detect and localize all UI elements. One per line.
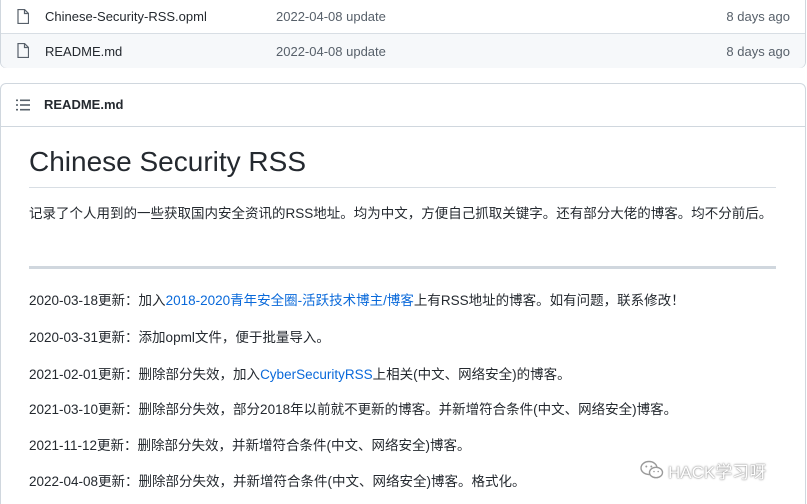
file-icon [17,9,29,24]
cybersecurityrss-link[interactable]: CyberSecurityRSS [260,367,373,382]
readme-header-label[interactable]: README.md [44,97,123,112]
changelog-entry: 2021-03-10更新：删除部分失效，部分2018年以前就不更新的博客。并新增… [29,400,789,420]
watermark: HACK学习呀 [640,458,766,482]
blogger-list-link[interactable]: 2018-2020青年安全圈-活跃技术博主/博客 [166,293,414,308]
commit-message-link[interactable]: 2022-04-08 update [276,44,386,59]
changelog-text: 上相关(中文、网络安全)的博客。 [372,367,571,382]
list-unordered-icon[interactable] [16,99,30,111]
readme-title: Chinese Security RSS [29,145,776,188]
file-row-opml[interactable]: Chinese-Security-RSS.opml 2022-04-08 upd… [1,0,805,34]
commit-age: 8 days ago [726,43,790,59]
changelog-text: 2021-02-01更新：删除部分失效，加入 [29,367,261,382]
changelog-text: 上有RSS地址的博客。如有问题，联系修改！ [413,293,685,308]
readme-intro: 记录了个人用到的一些获取国内安全资讯的RSS地址。均为中文，方便自己抓取关键字。… [29,206,773,221]
changelog-text: 2021-03-10更新：删除部分失效，部分2018年以前就不更新的博客。并新增… [29,402,678,417]
horizontal-rule [29,266,776,269]
file-list: Chinese-Security-RSS.opml 2022-04-08 upd… [0,0,806,68]
commit-message-link[interactable]: 2022-04-08 update [276,9,386,24]
readme-header: README.md [1,84,805,127]
file-icon [17,43,29,58]
file-row-readme[interactable]: README.md 2022-04-08 update 8 days ago [1,34,805,68]
changelog-entry: 2020-03-31更新：添加opml文件，便于批量导入。 [29,328,789,348]
watermark-text: HACK学习呀 [668,462,767,482]
changelog-text: 2020-03-31更新：添加opml文件，便于批量导入。 [29,330,330,345]
changelog-text: 2022-04-08更新：删除部分失效，并新增符合条件(中文、网络安全)博客。格… [29,474,526,489]
changelog-entry: 2020-03-18更新：加入2018-2020青年安全圈-活跃技术博主/博客上… [29,291,789,311]
file-name-link[interactable]: README.md [45,44,122,59]
file-name-link[interactable]: Chinese-Security-RSS.opml [45,9,207,24]
changelog-entry: 2021-02-01更新：删除部分失效，加入CyberSecurityRSS上相… [29,365,789,385]
wechat-icon [640,460,664,479]
changelog-entry: 2021-11-12更新：删除部分失效，并新增符合条件(中文、网络安全)博客。 [29,436,789,456]
changelog-text: 2021-11-12更新：删除部分失效，并新增符合条件(中文、网络安全)博客。 [29,438,471,453]
commit-age: 8 days ago [726,9,790,24]
changelog-text: 2020-03-18更新：加入 [29,293,166,308]
